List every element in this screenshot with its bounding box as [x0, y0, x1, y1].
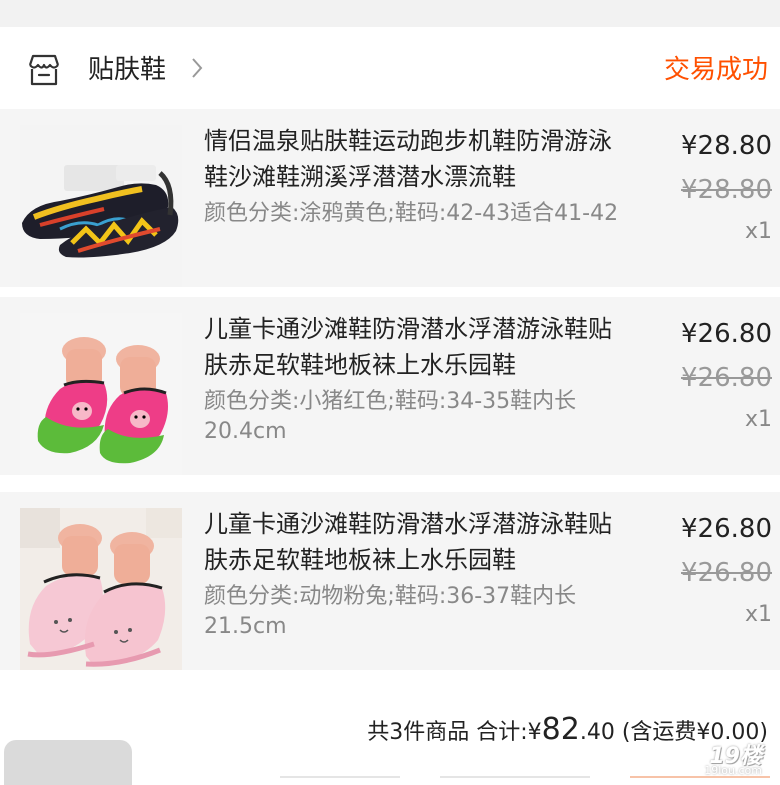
- product-image[interactable]: [20, 508, 182, 670]
- product-image[interactable]: [20, 313, 182, 475]
- total-decimal: .40: [579, 720, 615, 745]
- product-price: ¥28.80: [681, 131, 772, 161]
- product-title[interactable]: 儿童卡通沙滩鞋防滑潜水浮潜游泳鞋贴肤赤足软鞋地板袜上水乐园鞋: [204, 311, 624, 383]
- product-title[interactable]: 情侣温泉贴肤鞋运动跑步机鞋防滑游泳鞋沙滩鞋溯溪浮潜潜水漂流鞋: [204, 123, 624, 195]
- product-sku: 颜色分类:小猪红色;鞋码:34-35鞋内长20.4cm: [204, 389, 577, 444]
- product-original-price: ¥26.80: [681, 558, 772, 588]
- action-button-outline[interactable]: [280, 776, 400, 778]
- product-quantity: x1: [744, 219, 772, 244]
- product-price: ¥26.80: [681, 319, 772, 349]
- order-item[interactable]: 情侣温泉贴肤鞋运动跑步机鞋防滑游泳鞋沙滩鞋溯溪浮潜潜水漂流鞋 颜色分类:涂鸦黄色…: [0, 109, 780, 287]
- product-title[interactable]: 儿童卡通沙滩鞋防滑潜水浮潜游泳鞋贴肤赤足软鞋地板袜上水乐园鞋: [204, 506, 624, 578]
- product-image[interactable]: [20, 125, 182, 287]
- shop-name[interactable]: 贴肤鞋: [88, 49, 166, 86]
- total-label: 合计:: [476, 720, 528, 745]
- product-quantity: x1: [744, 602, 772, 627]
- product-quantity: x1: [744, 407, 772, 432]
- order-item[interactable]: 儿童卡通沙滩鞋防滑潜水浮潜游泳鞋贴肤赤足软鞋地板袜上水乐园鞋 颜色分类:小猪红色…: [0, 297, 780, 475]
- product-sku: 颜色分类:涂鸦黄色;鞋码:42-43适合41-42: [204, 201, 619, 226]
- product-sku: 颜色分类:动物粉兔;鞋码:36-37鞋内长21.5cm: [204, 584, 577, 639]
- chevron-right-icon: [192, 58, 203, 78]
- item-count: 共3件商品: [367, 720, 470, 745]
- order-total: 共3件商品 合计:¥82.40 (含运费¥0.00): [367, 712, 768, 747]
- product-original-price: ¥28.80: [681, 175, 772, 205]
- floating-button[interactable]: [4, 740, 132, 785]
- store-icon: [28, 54, 60, 86]
- order-item[interactable]: 儿童卡通沙滩鞋防滑潜水浮潜游泳鞋贴肤赤足软鞋地板袜上水乐园鞋 颜色分类:动物粉兔…: [0, 492, 780, 670]
- product-price: ¥26.80: [681, 514, 772, 544]
- order-status: 交易成功: [663, 55, 768, 85]
- shop-header[interactable]: 贴肤鞋 交易成功: [0, 27, 780, 109]
- total-integer: 82: [541, 712, 580, 747]
- currency-symbol: ¥: [527, 720, 542, 745]
- action-button-outline[interactable]: [440, 776, 590, 778]
- watermark-site: 19lou.com: [704, 764, 762, 777]
- product-original-price: ¥26.80: [681, 363, 772, 393]
